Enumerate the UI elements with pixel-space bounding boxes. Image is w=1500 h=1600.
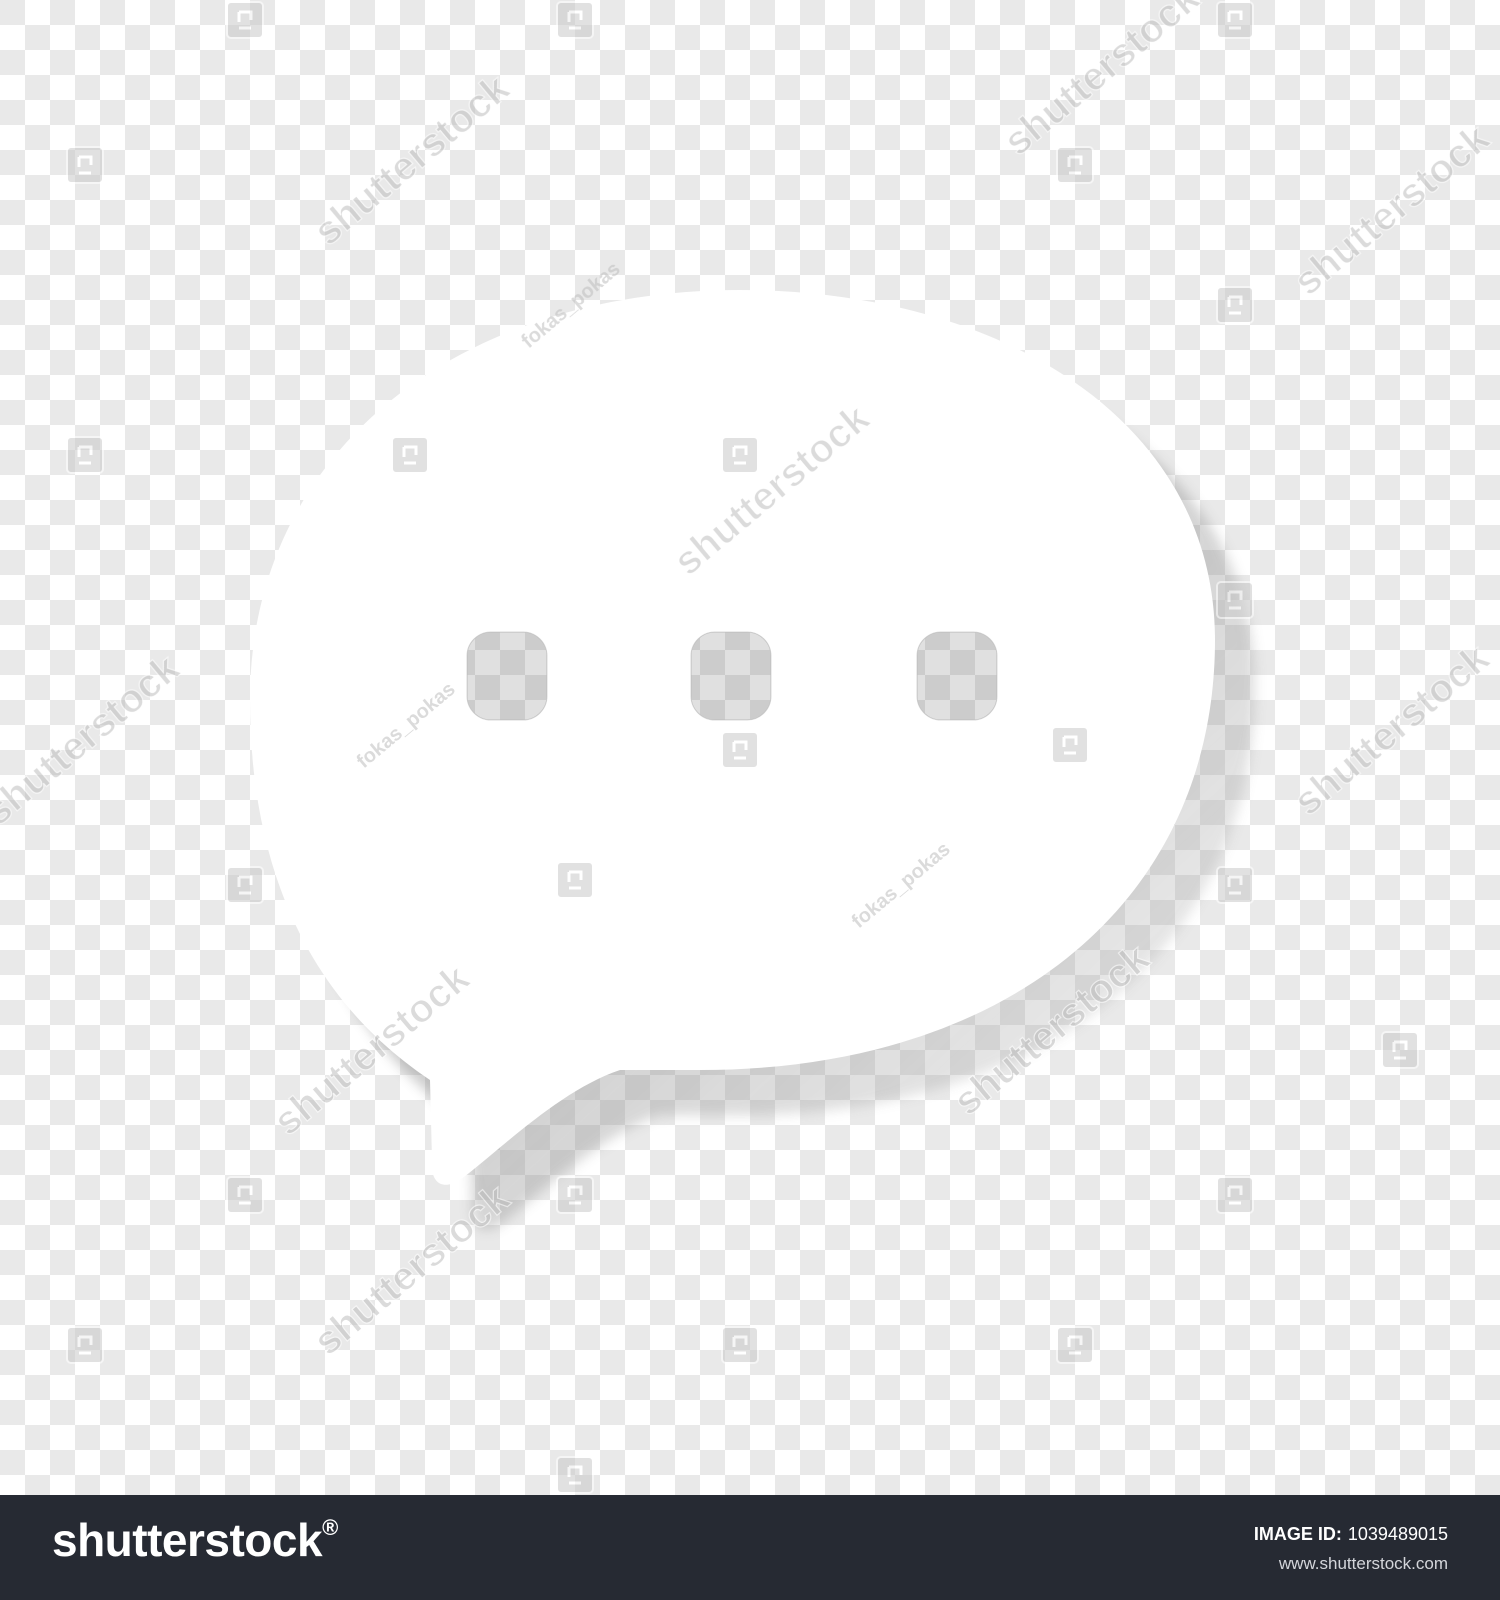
footer-site-url: www.shutterstock.com [1278, 1554, 1448, 1573]
footer-brand-suffix: ® [322, 1515, 338, 1540]
watermark-logo-icon [66, 436, 104, 474]
watermark-logo-icon [66, 146, 104, 184]
watermark-logo-icon [556, 1, 594, 39]
watermark-logo-icon [1216, 286, 1254, 324]
watermark-logo-icon [721, 436, 759, 474]
watermark-logo-icon [1056, 146, 1094, 184]
footer-brand-name: shutterstock [52, 1514, 323, 1566]
watermark-logo-icon [1216, 1, 1254, 39]
watermark-logo-icon [66, 1326, 104, 1364]
watermark-logo-icon [391, 436, 429, 474]
stock-image: shutterstock shutterstock shutterstock shut… [0, 0, 1500, 1600]
watermark-logo-icon [1216, 866, 1254, 904]
footer-bar: shutterstock® IMAGE ID: 1039489015 www.sh… [0, 1495, 1500, 1600]
artwork: shutterstock shutterstock shutterstock shut… [0, 0, 1500, 1495]
footer-brand-logo: shutterstock® [52, 1514, 338, 1566]
watermark-logo-icon [226, 866, 264, 904]
watermark-logo-icon [1051, 726, 1089, 764]
watermark-logo-icon [721, 1326, 759, 1364]
artwork-canvas: shutterstock shutterstockshutterstockshut… [0, 0, 1500, 1495]
watermark-logo-icon [1056, 1326, 1094, 1364]
watermark-logo-icon [556, 861, 594, 899]
watermark-logo-icon [1381, 1031, 1419, 1069]
watermark-logo-icon [721, 731, 759, 769]
watermark-logo-icon [556, 1176, 594, 1214]
watermark-logo-icon [1216, 581, 1254, 619]
image-id-value: 1039489015 [1347, 1524, 1448, 1544]
watermark-logo-icon [226, 1, 264, 39]
image-id-row: IMAGE ID: 1039489015 [1254, 1525, 1448, 1543]
image-id-label: IMAGE ID: [1253, 1524, 1342, 1544]
watermark-logo-icon [1216, 1176, 1254, 1214]
watermark-logo-icon [556, 1456, 594, 1494]
watermark-logo-icon [226, 1176, 264, 1214]
